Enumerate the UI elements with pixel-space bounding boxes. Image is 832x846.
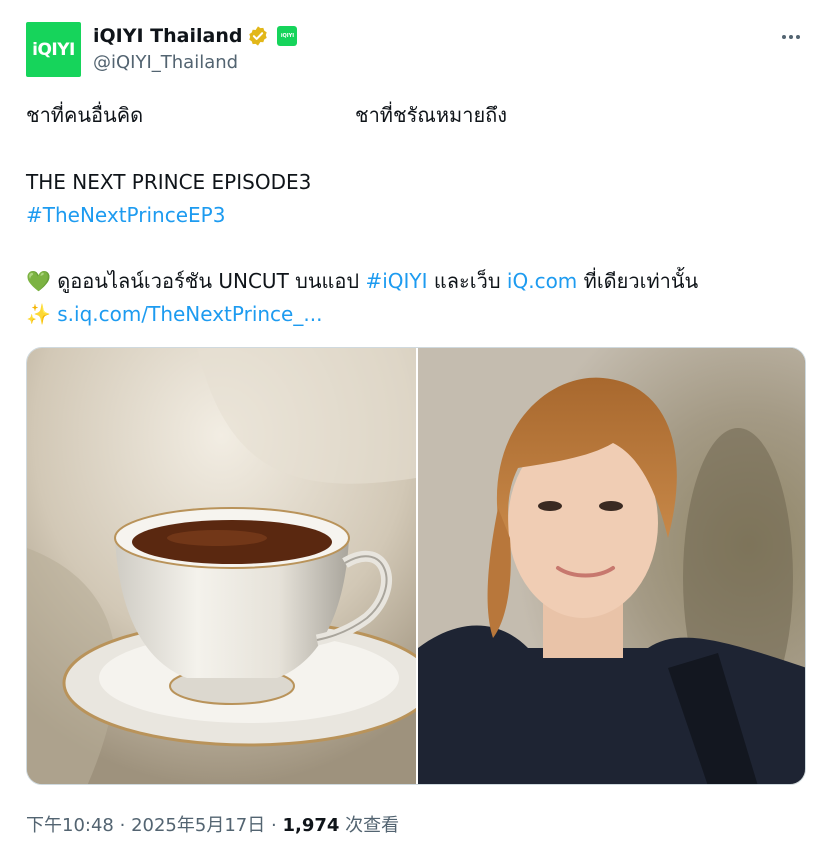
tweet-footer: 下午10:48 · 2025年5月17日 · 1,974 次查看 (26, 811, 399, 837)
actor-portrait[interactable] (418, 348, 805, 784)
affiliate-badge-text: iQIYI (280, 33, 295, 39)
portrait-illustration-icon (418, 348, 805, 784)
tea-caption-right: ชาที่ชรัณหมายถึง (355, 103, 508, 127)
iq-site-link[interactable]: iQ.com (507, 269, 577, 293)
watch-text-3: ที่เดียวเท่านั้น (583, 269, 699, 293)
hashtag-link[interactable]: #TheNextPrinceEP3 (26, 203, 225, 227)
tweet-link-line: ✨ s.iq.com/TheNextPrince_... (26, 302, 322, 326)
tweet-watch-line: 💚 ดูออนไลน์เวอร์ชัน UNCUT บนแอป #iQIYI แ… (26, 269, 698, 293)
affiliate-badge-icon[interactable]: iQIYI (277, 26, 298, 46)
teacup-photo[interactable] (27, 348, 416, 784)
green-heart-icon: 💚 (26, 269, 51, 293)
episode-title: THE NEXT PRINCE EPISODE3 (26, 170, 312, 194)
tweet-title-line: THE NEXT PRINCE EPISODE3 (26, 170, 311, 194)
sparkles-icon: ✨ (26, 302, 51, 326)
tea-caption-left: ชาที่คนอื่นคิด (26, 103, 144, 127)
avatar-logo-text: iQIYI (32, 39, 75, 60)
tweet-time[interactable]: 下午10:48 (26, 815, 114, 836)
tweet-header: iQIYI iQIYI Thailand iQIYI @iQIYI_Thaila… (26, 22, 806, 78)
avatar[interactable]: iQIYI (26, 22, 81, 77)
display-name[interactable]: iQIYI Thailand (93, 25, 242, 47)
watch-text-2: และเว็บ (433, 269, 501, 293)
verified-badge-icon[interactable] (247, 25, 269, 47)
name-row: iQIYI Thailand iQIYI (93, 23, 298, 49)
footer-separator: · (119, 815, 126, 836)
tweet-hashtag-line: #TheNextPrinceEP3 (26, 203, 225, 227)
tweet-line-1-right: ชาที่ชรัณหมายถึง (355, 103, 507, 127)
user-handle[interactable]: @iQIYI_Thailand (93, 52, 238, 73)
more-options-icon[interactable] (776, 24, 806, 50)
iqiyi-hashtag-link[interactable]: #iQIYI (365, 269, 427, 293)
tweet-line-1: ชาที่คนอื่นคิด (26, 103, 143, 127)
watch-text-1: ดูออนไลน์เวอร์ชัน UNCUT บนแอป (57, 269, 360, 293)
media-grid (26, 347, 806, 785)
teacup-illustration-icon (27, 348, 416, 784)
tweet-date[interactable]: 2025年5月17日 (131, 815, 265, 836)
short-url-link[interactable]: s.iq.com/TheNextPrince_... (57, 302, 322, 326)
view-count: 1,974 (282, 815, 340, 836)
footer-separator: · (270, 815, 277, 836)
view-label: 次查看 (345, 815, 400, 836)
